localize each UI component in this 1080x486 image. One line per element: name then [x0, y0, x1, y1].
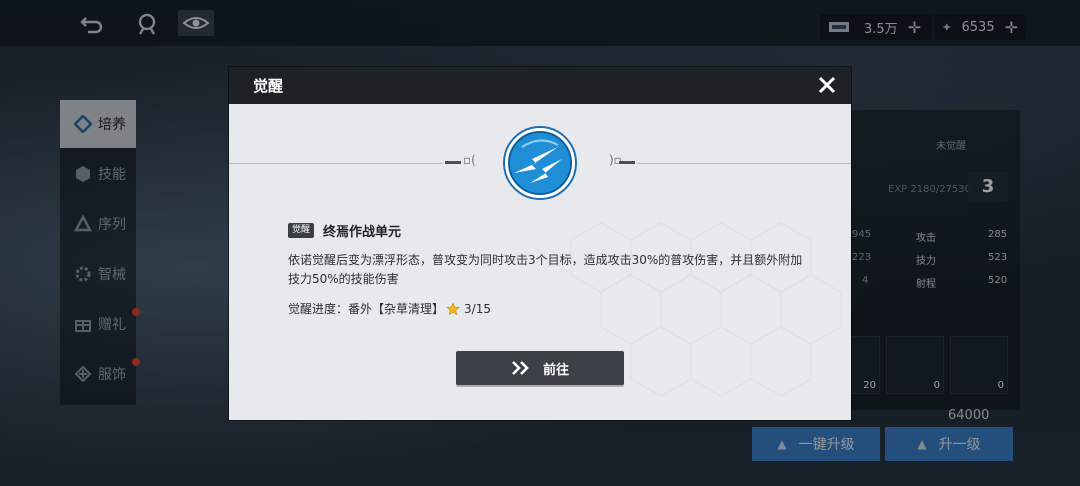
hexagon-pattern: [570, 222, 842, 397]
divider-dash: [445, 161, 461, 164]
double-chevron-icon: [512, 361, 529, 375]
divider-line: [229, 163, 443, 164]
close-icon: [818, 76, 836, 94]
close-button[interactable]: [815, 73, 839, 97]
goto-button[interactable]: 前往: [456, 351, 624, 385]
divider-bracket: )▫: [609, 153, 622, 167]
modal-title: 觉醒: [253, 77, 284, 95]
star-icon: [446, 301, 460, 315]
divider-bracket: ▫(: [463, 153, 476, 167]
skill-description: 依诺觉醒后变为漂浮形态，普攻变为同时攻击3个目标，造成攻击30%的普攻伤害，并且…: [288, 253, 803, 286]
goto-label: 前往: [542, 362, 569, 378]
progress-value: 3/15: [464, 301, 491, 316]
divider-line: [637, 163, 851, 164]
skill-name: 终焉作战单元: [323, 225, 402, 240]
divider-dash: [619, 161, 635, 164]
modal-header: 觉醒: [229, 67, 851, 104]
progress-label: 觉醒进度：番外【杂草清理】: [288, 302, 445, 316]
awaken-progress: 觉醒进度：番外【杂草清理】 3/15: [288, 300, 491, 317]
awaken-emblem-icon: [503, 126, 577, 200]
awaken-modal: 觉醒 ▫( )▫ 觉醒 终焉作战单元 依诺觉醒后变为漂浮形态，普攻变为同时攻击3…: [229, 67, 851, 420]
awaken-tag: 觉醒: [288, 223, 315, 238]
